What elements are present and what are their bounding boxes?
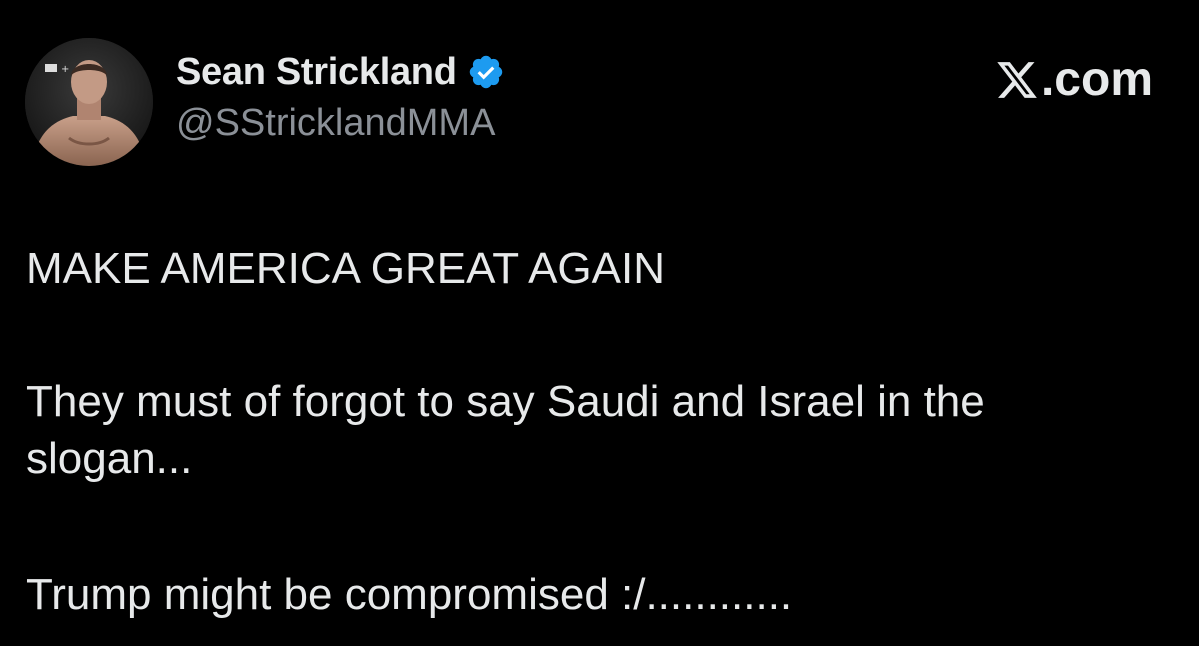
author-handle[interactable]: @SStricklandMMA — [176, 102, 505, 145]
tweet-paragraph-1: MAKE AMERICA GREAT AGAIN — [26, 244, 665, 293]
tweet-paragraph-2: They must of forgot to say Saudi and Isr… — [26, 377, 985, 483]
brand-watermark: .com — [995, 52, 1153, 107]
author-block: Sean Strickland @SStricklandMMA — [176, 50, 505, 145]
avatar[interactable]: + — [25, 38, 153, 166]
avatar-photo: + — [25, 38, 153, 166]
tweet-card: + Sean Strickland @SStricklandMMA .com M… — [0, 0, 1199, 646]
verified-badge-icon — [467, 53, 505, 91]
tweet-paragraph-3: Trump might be compromised :/...........… — [26, 570, 793, 619]
x-logo-icon — [995, 58, 1039, 102]
svg-text:+: + — [61, 64, 69, 75]
brand-label: .com — [1040, 53, 1153, 106]
name-row: Sean Strickland — [176, 50, 505, 94]
display-name[interactable]: Sean Strickland — [176, 51, 457, 94]
